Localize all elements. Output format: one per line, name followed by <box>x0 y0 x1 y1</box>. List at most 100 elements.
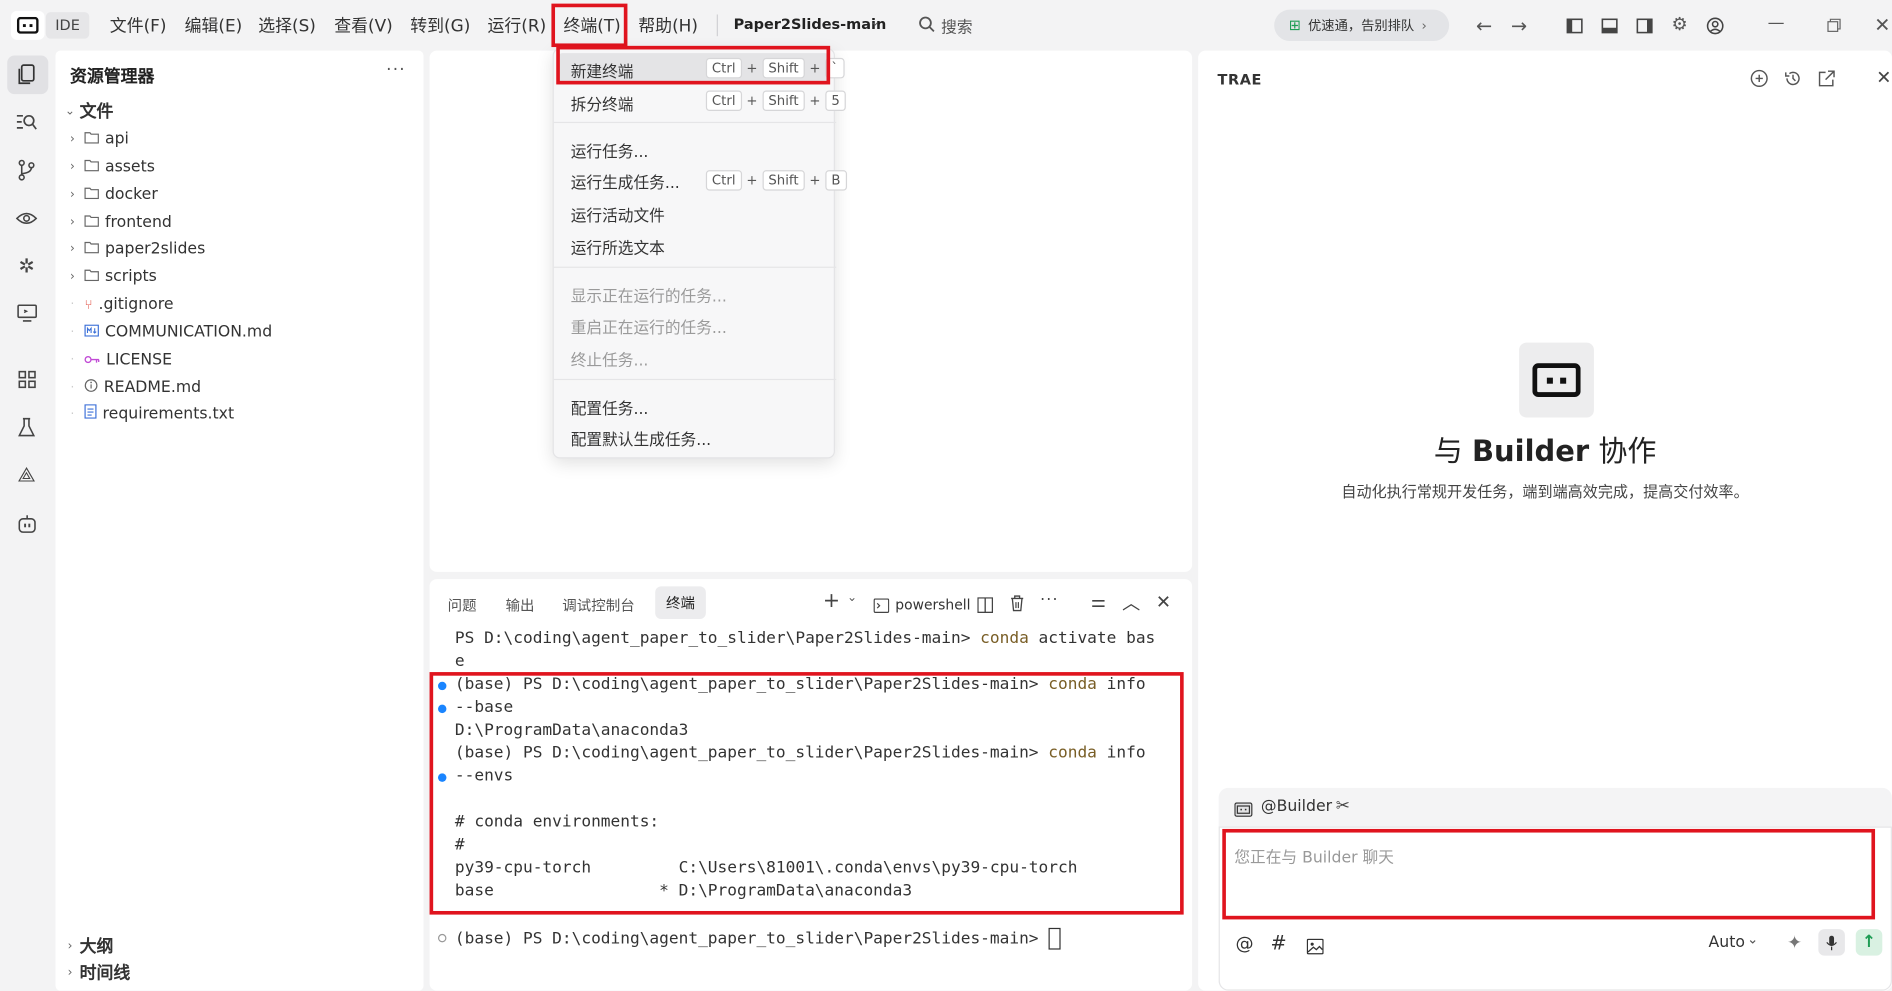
sparkle-icon[interactable]: ✦ <box>1787 931 1802 953</box>
minimize-window-icon[interactable]: — <box>1764 11 1788 35</box>
menu-help[interactable]: 帮助(H) <box>638 13 698 37</box>
outline-section[interactable]: › 大纲 <box>63 933 114 960</box>
menu-edit[interactable]: 编辑(E) <box>185 13 243 37</box>
model-selector[interactable]: Auto <box>1709 934 1745 952</box>
timeline-section[interactable]: › 时间线 <box>63 959 131 986</box>
trash-icon[interactable] <box>1010 594 1024 617</box>
tab-problems[interactable]: 问题 <box>448 595 477 616</box>
promo-badge[interactable]: ⊞ 优速通，告别排队 › <box>1274 9 1450 42</box>
menu-item-configure-default-build-task[interactable]: 配置默认生成任务... <box>571 427 711 450</box>
close-panel-icon[interactable]: ✕ <box>1156 591 1171 613</box>
deploy-icon[interactable]: ⟁ <box>13 462 40 489</box>
close-window-icon[interactable]: ✕ <box>1874 12 1891 36</box>
settings-gear-icon[interactable]: ⚙ <box>1668 12 1692 36</box>
menu-item-configure-tasks[interactable]: 配置任务... <box>571 396 649 419</box>
chat-input-field[interactable]: 您正在与 Builder 聊天 @ # Auto ⌄ ✦ ↑ <box>1218 826 1892 991</box>
toggle-sidebar-icon[interactable] <box>1563 13 1587 37</box>
menu-item-run-task[interactable]: 运行任务... <box>571 139 649 162</box>
mention-at-icon[interactable]: @ <box>1236 933 1254 955</box>
text-file-icon <box>84 404 97 423</box>
files-icon[interactable] <box>13 62 40 89</box>
git-file-icon: ⑂ <box>84 296 93 312</box>
tab-terminal[interactable]: 终端 <box>655 586 706 619</box>
remote-monitor-icon[interactable] <box>13 299 40 326</box>
search-label[interactable]: 搜索 <box>941 14 972 37</box>
chat-input-container: @Builder ✂ 您正在与 Builder 聊天 @ # Auto ⌄ ✦ … <box>1218 787 1892 991</box>
close-panel-icon[interactable]: ✕ <box>1876 66 1891 88</box>
tree-file[interactable]: · requirements.txt <box>65 401 234 428</box>
menu-goto[interactable]: 转到(G) <box>410 13 470 37</box>
command-status-dot <box>437 773 447 782</box>
menu-item-new-terminal[interactable]: 新建终端 <box>571 59 634 82</box>
more-actions-icon[interactable]: ··· <box>386 60 406 79</box>
forward-arrow-icon[interactable]: → <box>1507 13 1531 37</box>
menu-item-run-build-task[interactable]: 运行生成任务... <box>571 170 680 193</box>
toggle-panel-icon[interactable] <box>1598 13 1622 37</box>
source-control-icon[interactable] <box>13 157 40 184</box>
tab-output[interactable]: 输出 <box>506 595 535 616</box>
voice-input-button[interactable] <box>1818 929 1845 956</box>
menu-view[interactable]: 查看(V) <box>334 13 393 37</box>
chevron-down-icon[interactable]: ⌄ <box>847 591 857 604</box>
hashtag-icon[interactable]: # <box>1271 931 1287 954</box>
tree-folder[interactable]: › assets <box>65 153 155 180</box>
send-button[interactable]: ↑ <box>1855 929 1883 956</box>
activity-bar: ✲ ⟁ <box>0 51 56 991</box>
tree-root-folder[interactable]: ⌄ 文件 <box>63 98 114 125</box>
menu-item-show-running-tasks: 显示正在运行的任务... <box>570 288 727 307</box>
image-upload-icon[interactable] <box>1306 936 1324 959</box>
folder-icon <box>84 267 99 285</box>
tree-file[interactable]: · README.md <box>65 374 201 401</box>
terminal-prompt[interactable]: (base) PS D:\coding\agent_paper_to_slide… <box>455 927 1061 950</box>
builder-agent-icon <box>1234 799 1253 822</box>
chevron-down-icon: ⌄ <box>1747 931 1759 948</box>
terminal-line: # conda environments: <box>454 813 660 832</box>
open-external-icon[interactable] <box>1818 69 1835 92</box>
tools-icon[interactable]: ✂ <box>1336 796 1350 815</box>
debug-bug-icon[interactable]: ✲ <box>13 252 40 279</box>
tree-file[interactable]: · ⑂ .gitignore <box>65 291 173 318</box>
account-icon[interactable] <box>1703 13 1727 37</box>
new-terminal-plus-icon[interactable]: + <box>823 589 840 613</box>
chevron-down-icon: ⌄ <box>64 104 76 118</box>
restore-window-icon[interactable] <box>1822 13 1846 37</box>
tree-folder[interactable]: › frontend <box>65 209 172 236</box>
tree-folder[interactable]: › paper2slides <box>65 235 205 262</box>
testing-flask-icon[interactable] <box>13 414 40 441</box>
split-terminal-icon[interactable] <box>977 595 994 618</box>
tree-folder[interactable]: › scripts <box>65 263 157 290</box>
terminal-shell-icon <box>873 595 890 618</box>
menu-item-run-selected-text[interactable]: 运行所选文本 <box>571 235 665 258</box>
search-replace-icon[interactable] <box>13 109 40 136</box>
extensions-grid-icon[interactable] <box>13 366 40 393</box>
terminal-shell-name[interactable]: powershell <box>895 596 970 613</box>
menu-item-split-terminal[interactable]: 拆分终端 <box>571 92 634 115</box>
tree-file[interactable]: · COMMUNICATION.md <box>65 319 272 346</box>
search-icon[interactable] <box>918 14 935 37</box>
terminal-panel: 问题 输出 调试控制台 终端 + ⌄ powershell ··· ⚌ ︿ ✕ … <box>429 579 1193 991</box>
agent-mention[interactable]: @Builder <box>1261 798 1332 816</box>
new-chat-icon[interactable] <box>1750 69 1769 93</box>
maximize-panel-chevron-up-icon[interactable]: ︿ <box>1122 590 1140 615</box>
chat-placeholder: 您正在与 Builder 聊天 <box>1234 849 1394 868</box>
ide-mode-label[interactable]: IDE <box>45 12 90 39</box>
menu-selection[interactable]: 选择(S) <box>258 13 316 37</box>
tree-folder[interactable]: › api <box>65 125 129 152</box>
menu-terminal[interactable]: 终端(T) <box>563 13 620 37</box>
preview-eye-icon[interactable] <box>13 205 40 232</box>
back-arrow-icon[interactable]: ← <box>1472 13 1496 37</box>
tree-folder[interactable]: › docker <box>65 181 158 208</box>
project-selector[interactable]: Paper2Slides-main <box>734 16 887 33</box>
menu-file[interactable]: 文件(F) <box>110 13 167 37</box>
menu-run[interactable]: 运行(R) <box>487 13 546 37</box>
toggle-secondary-sidebar-icon[interactable] <box>1633 13 1657 37</box>
menu-item-terminate-task: 终止任务... <box>570 352 649 371</box>
tab-debug-console[interactable]: 调试控制台 <box>562 595 634 616</box>
ai-bot-icon[interactable] <box>13 510 40 537</box>
menu-item-run-active-file[interactable]: 运行活动文件 <box>571 203 665 226</box>
tree-file[interactable]: · LICENSE <box>65 346 172 373</box>
more-actions-icon[interactable]: ··· <box>1040 591 1059 609</box>
terminal-line: --envs <box>454 767 514 786</box>
panel-settings-icon[interactable]: ⚌ <box>1091 592 1106 611</box>
history-icon[interactable] <box>1783 69 1802 93</box>
